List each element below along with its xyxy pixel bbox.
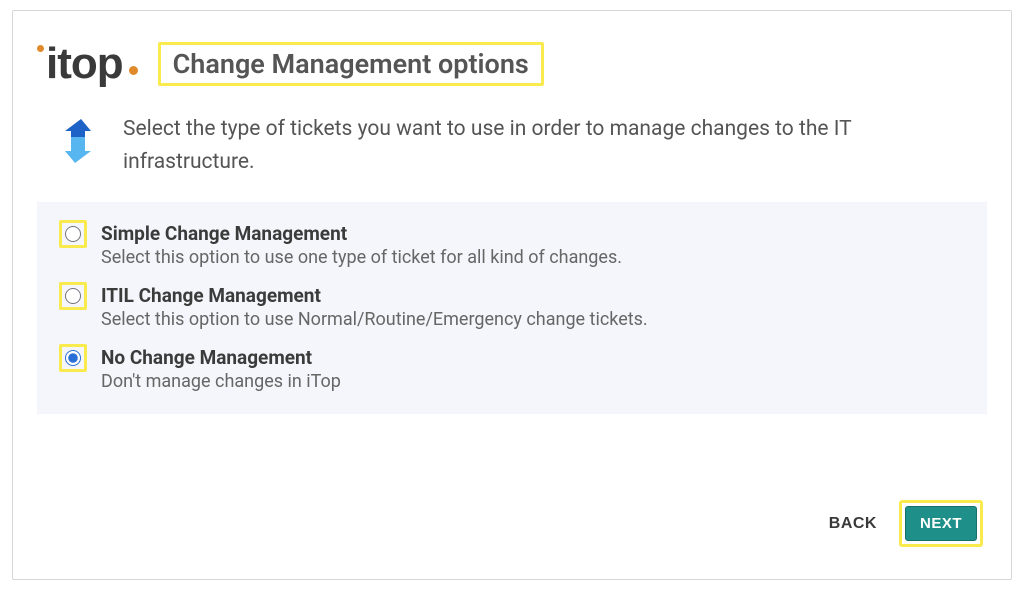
radio-no-change[interactable] [65,350,81,366]
option-title: No Change Management [101,346,341,369]
wizard-footer: BACK NEXT [825,500,983,547]
intro-text: Select the type of tickets you want to u… [123,113,979,178]
radio-highlight [59,344,87,372]
option-desc: Don't manage changes in iTop [101,371,341,392]
next-button[interactable]: NEXT [905,506,977,541]
title-highlight: Change Management options [158,42,544,86]
page-title: Change Management options [173,48,529,80]
itop-logo: itop [37,39,138,89]
radio-simple-change[interactable] [65,226,81,242]
option-simple-change[interactable]: Simple Change Management Select this opt… [59,220,965,268]
radio-highlight [59,282,87,310]
option-title: ITIL Change Management [101,284,648,307]
intro: Select the type of tickets you want to u… [37,109,987,202]
radio-itil-change[interactable] [65,288,81,304]
option-text: No Change Management Don't manage change… [101,344,341,392]
option-no-change[interactable]: No Change Management Don't manage change… [59,344,965,392]
options-group: Simple Change Management Select this opt… [37,202,987,414]
setup-panel: itop Change Management options Select th… [12,10,1012,580]
option-desc: Select this option to use one type of ti… [101,247,622,268]
option-text: Simple Change Management Select this opt… [101,220,622,268]
logo-text: itop [46,39,123,89]
logo-dot-icon [37,45,44,52]
change-arrows-icon [51,113,105,169]
header: itop Change Management options [37,39,987,89]
radio-highlight [59,220,87,248]
option-title: Simple Change Management [101,222,622,245]
option-text: ITIL Change Management Select this optio… [101,282,648,330]
back-button[interactable]: BACK [825,509,881,539]
next-highlight: NEXT [899,500,983,547]
option-desc: Select this option to use Normal/Routine… [101,309,648,330]
option-itil-change[interactable]: ITIL Change Management Select this optio… [59,282,965,330]
logo-dot-icon [129,66,138,75]
